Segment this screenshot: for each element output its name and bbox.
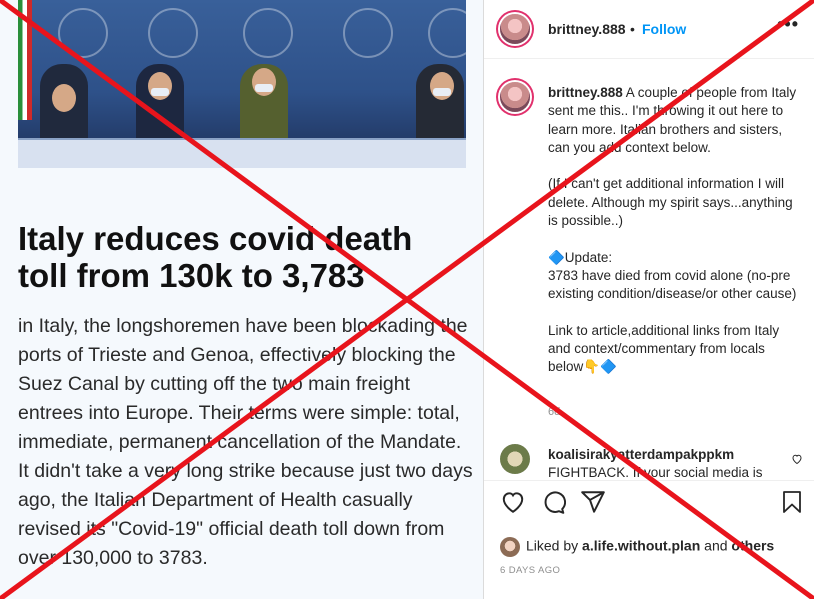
caption-text — [548, 230, 802, 248]
caption-age[interactable]: 6d — [548, 406, 560, 418]
comment-username[interactable]: koalisirakyatterdampakppkm — [548, 447, 734, 462]
likes-summary: Liked by a.life.without.plan and others — [500, 537, 774, 557]
emblem-icon — [343, 8, 393, 58]
caption-text — [548, 157, 802, 175]
separator-dot: • — [630, 21, 635, 37]
article-body: in Italy, the longshoremen have been blo… — [18, 312, 474, 573]
post-header: brittney.888 • Follow ••• — [484, 0, 814, 59]
caption-text: Link to article,additional links from It… — [548, 322, 780, 375]
avatar[interactable] — [500, 537, 520, 557]
liked-user-link[interactable]: a.life.without.plan — [582, 538, 700, 554]
post-actions: Liked by a.life.without.plan and others … — [484, 480, 814, 581]
press-conference-photo — [18, 0, 466, 168]
follow-button[interactable]: Follow — [642, 21, 686, 37]
post-username[interactable]: brittney.888 — [548, 21, 626, 37]
face-mask — [151, 88, 169, 96]
post-caption: brittney.888 A couple of people from Ita… — [548, 84, 802, 377]
post-timestamp[interactable]: 6 DAYS AGO — [500, 565, 560, 576]
caption-text: 3783 have died from covid alone (no-pre … — [548, 267, 797, 302]
avatar[interactable] — [500, 444, 530, 474]
conference-desk — [18, 138, 466, 168]
heart-icon[interactable] — [500, 489, 526, 520]
post-image[interactable]: Italy reduces covid death toll from 130k… — [0, 0, 483, 599]
comment-icon[interactable] — [540, 489, 567, 520]
avatar[interactable] — [500, 82, 530, 112]
avatar[interactable] — [500, 14, 530, 44]
share-icon[interactable] — [580, 489, 606, 520]
heart-icon[interactable] — [791, 452, 803, 470]
liked-others-link[interactable]: others — [731, 538, 774, 554]
caption-text: 🔷Update: — [548, 249, 613, 265]
caption-username[interactable]: brittney.888 — [548, 85, 623, 100]
liked-prefix: Liked by — [526, 537, 579, 554]
article-paragraph: in Italy, the longshoremen have been blo… — [18, 315, 468, 453]
article-paragraph: It didn't take a very long strike becaus… — [18, 460, 473, 569]
liked-and: and — [704, 537, 728, 554]
face-mask — [255, 84, 273, 92]
caption-text — [548, 304, 802, 322]
article-headline: Italy reduces covid death toll from 130k… — [18, 220, 413, 294]
emblem-icon — [428, 8, 466, 58]
more-horizontal-icon[interactable]: ••• — [777, 14, 799, 35]
emblem-icon — [58, 8, 108, 58]
speaker-head — [52, 84, 76, 112]
italian-flag — [18, 0, 32, 120]
comment-text: FIGHTBACK. If your social media is — [548, 465, 763, 477]
face-mask — [433, 88, 451, 96]
bookmark-icon[interactable] — [780, 489, 804, 520]
emblem-icon — [243, 8, 293, 58]
post-sidebar: brittney.888 • Follow ••• brittney.888 A… — [483, 0, 814, 599]
emblem-icon — [148, 8, 198, 58]
caption-text: (If I can't get additional information I… — [548, 176, 793, 229]
